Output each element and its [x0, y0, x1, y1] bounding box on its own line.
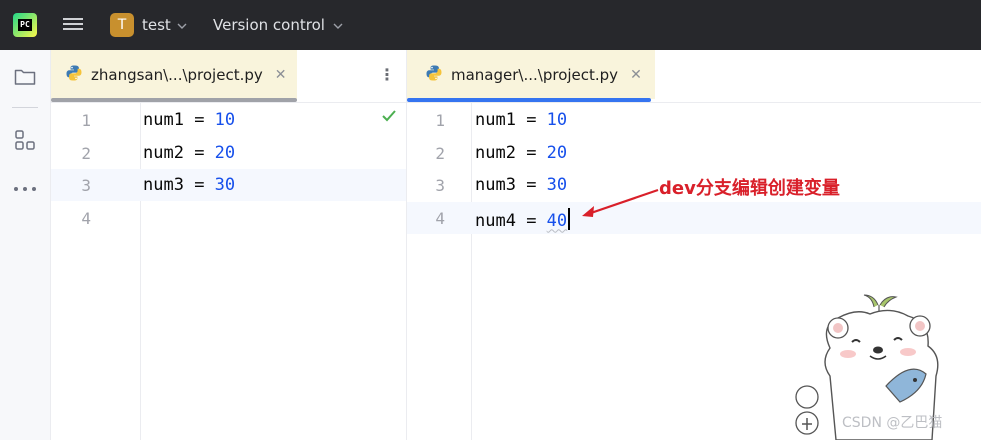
- line-number: 4: [435, 208, 445, 228]
- variable-name: num1: [475, 110, 516, 130]
- variable-name: num3: [475, 175, 516, 195]
- code-line[interactable]: 4: [51, 202, 406, 234]
- logo-text: PC: [18, 19, 32, 31]
- folder-icon[interactable]: [12, 64, 38, 90]
- line-number: 4: [81, 208, 91, 228]
- code-line[interactable]: 1 num1 = 10: [407, 104, 981, 136]
- variable-name: num4: [475, 210, 516, 231]
- tab-right-project-py[interactable]: manager\...\project.py ✕: [407, 50, 655, 102]
- line-number: 3: [435, 176, 445, 195]
- assignment-operator: =: [515, 210, 547, 231]
- close-icon[interactable]: ✕: [630, 67, 642, 83]
- pycharm-logo-icon[interactable]: PC: [13, 13, 37, 37]
- code-text: num2 = 20: [143, 143, 235, 163]
- code-text: num2 = 20: [475, 143, 567, 163]
- chevron-down-icon: [333, 19, 343, 32]
- assignment-operator: =: [183, 175, 215, 195]
- text-caret: [568, 207, 571, 230]
- assignment-operator: =: [515, 142, 547, 163]
- code-text: num1 = 10: [143, 110, 235, 130]
- assignment-operator: =: [183, 142, 215, 163]
- tab-label: manager\...\project.py: [451, 65, 619, 84]
- number-literal: 30: [546, 175, 568, 195]
- code-text: num1 = 10: [475, 110, 567, 130]
- version-control-menu[interactable]: Version control: [213, 12, 343, 38]
- code-text: num3 = 30: [143, 175, 235, 195]
- line-number: 1: [435, 111, 445, 130]
- project-selector[interactable]: T test: [110, 12, 187, 38]
- python-file-icon: [425, 64, 443, 86]
- chevron-down-icon: [177, 19, 187, 32]
- number-literal: 10: [546, 110, 568, 130]
- number-literal: 20: [214, 142, 236, 163]
- tool-window-sidebar: [0, 50, 51, 440]
- code-text: num3 = 30: [475, 175, 567, 195]
- tab-left-project-py[interactable]: zhangsan\...\project.py ✕: [51, 50, 297, 102]
- number-literal: 40: [546, 210, 568, 231]
- code-text: num4 = 40: [475, 207, 571, 231]
- sidebar-divider: [12, 107, 38, 108]
- variable-name: num2: [475, 142, 516, 163]
- tab-underline: [407, 98, 651, 102]
- project-avatar: T: [110, 13, 134, 37]
- variable-name: num2: [143, 142, 184, 163]
- project-name: test: [142, 16, 171, 34]
- right-tab-bar: manager\...\project.py ✕: [407, 50, 981, 103]
- line-number: 2: [435, 143, 445, 163]
- number-literal: 10: [214, 110, 236, 130]
- number-literal: 30: [214, 175, 236, 195]
- code-line[interactable]: 4 num4 = 40: [407, 201, 981, 234]
- variable-name: num3: [143, 175, 184, 195]
- line-number: 2: [81, 143, 91, 163]
- title-bar: PC T test Version control: [0, 0, 981, 50]
- line-number: 3: [81, 176, 91, 195]
- left-editor-pane: zhangsan\...\project.py ✕ ⋮ 1 num1 = 10 2 n…: [51, 50, 407, 440]
- annotation-arrow: [582, 188, 659, 217]
- version-control-label: Version control: [213, 16, 325, 34]
- tab-underline: [51, 98, 297, 102]
- assignment-operator: =: [515, 110, 547, 130]
- line-number: 1: [81, 111, 91, 130]
- more-horizontal-icon[interactable]: [12, 176, 38, 202]
- variable-name: num1: [143, 110, 184, 130]
- code-line[interactable]: 3 num3 = 30: [51, 169, 406, 201]
- assignment-operator: =: [515, 175, 547, 195]
- close-icon[interactable]: ✕: [275, 67, 287, 83]
- watermark-text: CSDN @乙巴猫: [842, 415, 943, 431]
- number-literal: 20: [546, 142, 568, 163]
- code-line[interactable]: 1 num1 = 10: [51, 104, 406, 136]
- left-tab-bar: zhangsan\...\project.py ✕ ⋮: [51, 50, 406, 103]
- more-vertical-icon[interactable]: ⋮: [379, 65, 395, 84]
- code-line[interactable]: 2 num2 = 20: [51, 137, 406, 169]
- main-menu-icon[interactable]: [63, 15, 83, 35]
- python-file-icon: [65, 64, 83, 86]
- structure-icon[interactable]: [12, 127, 38, 153]
- code-line[interactable]: 2 num2 = 20: [407, 137, 981, 169]
- annotation-text: dev分支编辑创建变量: [659, 178, 840, 199]
- tab-label: zhangsan\...\project.py: [91, 65, 263, 84]
- assignment-operator: =: [183, 110, 215, 130]
